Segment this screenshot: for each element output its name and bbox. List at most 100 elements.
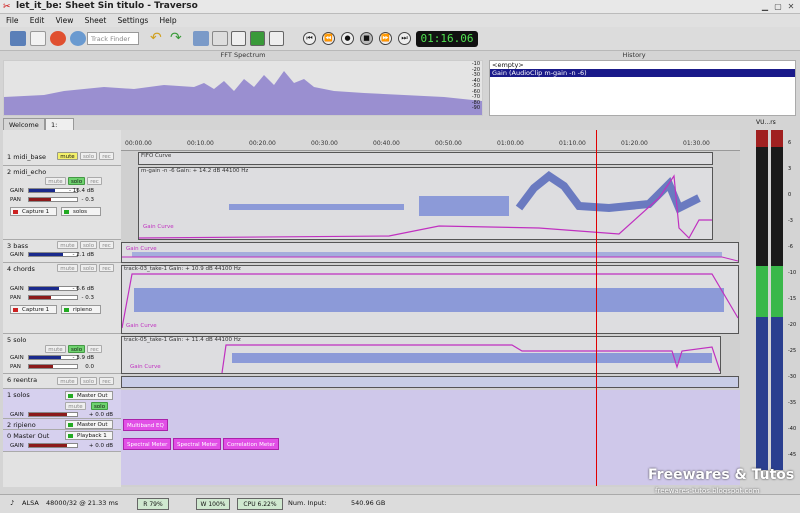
history-item[interactable]: <empty> <box>490 61 795 69</box>
select-mode-icon[interactable] <box>269 31 284 46</box>
solo-button[interactable]: solo <box>80 377 97 385</box>
audio-clip[interactable]: FIFO Curve <box>138 152 713 165</box>
to-start-button[interactable]: ⏮ <box>303 32 316 45</box>
menu-bar: File Edit View Sheet Settings Help <box>0 14 800 27</box>
copy-icon[interactable] <box>212 31 228 46</box>
mute-button[interactable]: mute <box>57 264 78 272</box>
output-route[interactable]: Playback 1 <box>65 431 113 440</box>
menu-sheet[interactable]: Sheet <box>85 16 107 25</box>
track-canvas[interactable]: FIFO Curve m-gain -n -6 Gain: + 14.2 dB … <box>121 130 740 487</box>
track-row[interactable]: 5 solo mute solo rec GAIN - 3.9 dB PAN 0… <box>3 334 121 374</box>
mute-button[interactable]: mute <box>57 377 78 385</box>
menu-settings[interactable]: Settings <box>118 16 149 25</box>
playhead[interactable] <box>596 130 597 486</box>
to-end-button[interactable]: ⏭ <box>398 32 411 45</box>
settings-icon[interactable] <box>70 31 86 46</box>
mute-button[interactable]: mute <box>57 241 78 249</box>
mute-button[interactable]: mute <box>65 402 86 410</box>
cpu-status: CPU 6.22% <box>237 498 283 510</box>
output-route[interactable]: ripieno <box>61 305 101 314</box>
stop-button[interactable]: ● <box>341 32 354 45</box>
rec-button[interactable]: rec <box>87 345 102 353</box>
music-note-icon: ♪ <box>10 499 15 507</box>
mute-button[interactable]: mute <box>45 177 66 185</box>
solo-button[interactable]: solo <box>91 402 108 410</box>
fold-tracks-icon[interactable] <box>231 31 246 46</box>
gain-slider[interactable] <box>28 412 78 417</box>
bus-row[interactable]: 0 Master Out Playback 1 GAIN + 0.0 dB <box>3 430 121 452</box>
redo-icon[interactable]: ↷ <box>170 31 186 46</box>
snap-icon[interactable] <box>193 31 209 46</box>
track-row[interactable]: 1 midi_base mute solo rec <box>3 151 121 166</box>
new-sheet-icon[interactable] <box>30 31 46 46</box>
vu-meter-right <box>771 130 783 470</box>
solo-button[interactable]: solo <box>80 152 97 160</box>
track-row[interactable]: 3 bass mute solo rec GAIN - 2.1 dB <box>3 240 121 263</box>
transport-clock: 01:16.06 <box>416 31 478 47</box>
write-buffer-status: W 100% <box>196 498 230 510</box>
follow-playhead-icon[interactable] <box>250 31 265 46</box>
track-row[interactable]: 2 midi_echo mute solo rec GAIN - 16.4 dB… <box>3 166 121 240</box>
read-buffer-status: R 79% <box>137 498 169 510</box>
audio-clip[interactable] <box>121 376 739 388</box>
rec-button[interactable]: rec <box>99 264 114 272</box>
history-list: <empty> Gain (AudioClip m-gain -n -6) <box>489 60 796 116</box>
app-logo-icon: ✂ <box>3 2 11 12</box>
project-manager-icon[interactable] <box>10 31 26 46</box>
solo-button[interactable]: solo <box>68 345 85 353</box>
close-button[interactable]: ✕ <box>786 2 796 12</box>
bus-row[interactable]: 1 solos Master Out mute solo GAIN + 0.0 … <box>3 389 121 419</box>
mute-button[interactable]: mute <box>57 152 78 160</box>
rewind-button[interactable]: ⏪ <box>322 32 335 45</box>
solo-button[interactable]: solo <box>80 264 97 272</box>
title-bar: ✂ let_it_be: Sheet Sin titulo - Traverso… <box>0 0 800 14</box>
bus-row[interactable]: 2 ripieno Master Out <box>3 419 121 430</box>
forward-button[interactable]: ⏩ <box>379 32 392 45</box>
mute-button[interactable]: mute <box>45 345 66 353</box>
audio-clip[interactable]: track-05_take-1 Gain: + 11.4 dB 44100 Hz… <box>121 336 721 374</box>
tab-welcome[interactable]: Welcome <box>3 118 45 130</box>
output-route[interactable]: Master Out <box>65 420 113 429</box>
timeline-ruler[interactable]: 00:00.00 00:10.00 00:20.00 00:30.00 00:4… <box>121 130 740 151</box>
export-icon[interactable] <box>50 31 66 46</box>
history-item-selected[interactable]: Gain (AudioClip m-gain -n -6) <box>490 69 795 77</box>
fft-spectrum-graph <box>4 71 482 115</box>
vu-meter-left <box>756 130 768 470</box>
track-finder-input[interactable]: Track Finder <box>87 32 139 45</box>
rec-button[interactable]: rec <box>99 241 114 249</box>
fft-spectrum: -10 -20 -30 -40 -50 -60 -70 -80 -90 <box>3 60 483 116</box>
window-title: let_it_be: Sheet Sin titulo - Traverso <box>16 1 198 11</box>
rec-button[interactable]: rec <box>99 377 114 385</box>
audio-clip[interactable]: m-gain -n -6 Gain: + 14.2 dB 44100 Hz Ga… <box>138 167 713 240</box>
tab-sin-titulo[interactable]: 1: Sin titulo <box>45 118 74 145</box>
rec-button[interactable]: rec <box>99 152 114 160</box>
plugin-spectral-meter[interactable]: Spectral Meter <box>173 438 222 450</box>
output-route[interactable]: solos <box>61 207 101 216</box>
rec-button[interactable]: rec <box>87 177 102 185</box>
status-bar: ♪ ALSA 48000/32 @ 21.33 ms R 79% W 100% … <box>0 494 800 513</box>
vu-meters: VU...rs 6 3 0 -3 -6 -10 -15 -20 -25 -30 -35 -40 -45 <box>744 118 799 488</box>
output-route[interactable]: Master Out <box>65 391 113 400</box>
menu-file[interactable]: File <box>6 16 19 25</box>
plugin-multiband-eq[interactable]: Multiband EQ <box>123 419 168 431</box>
minimize-button[interactable]: ▁ <box>760 2 770 12</box>
gain-slider[interactable] <box>28 443 78 448</box>
traverso-window: ✂ let_it_be: Sheet Sin titulo - Traverso… <box>0 0 800 513</box>
input-route[interactable]: Capture 1 <box>10 305 57 314</box>
input-route[interactable]: Capture 1 <box>10 207 57 216</box>
menu-edit[interactable]: Edit <box>30 16 45 25</box>
track-row[interactable]: 6 reentra mute solo rec <box>3 374 121 389</box>
toolbar: Track Finder ↶ ↷ ⏮ ⏪ ● ■ ⏩ ⏭ 01:16.06 <box>0 27 800 51</box>
solo-button[interactable]: solo <box>80 241 97 249</box>
solo-button[interactable]: solo <box>68 177 85 185</box>
menu-help[interactable]: Help <box>160 16 177 25</box>
track-row[interactable]: 4 chords mute solo rec GAIN - 6.6 dB PAN… <box>3 263 121 334</box>
menu-view[interactable]: View <box>56 16 74 25</box>
maximize-button[interactable]: ▢ <box>773 2 783 12</box>
undo-icon[interactable]: ↶ <box>150 31 166 46</box>
plugin-correlation-meter[interactable]: Correlation Meter <box>223 438 280 450</box>
audio-clip[interactable]: track-03_take-1 Gain: + 10.9 dB 44100 Hz… <box>121 265 739 334</box>
audio-clip[interactable]: Gain Curve <box>121 242 739 263</box>
plugin-spectral-meter[interactable]: Spectral Meter <box>123 438 172 450</box>
play-button[interactable]: ■ <box>360 32 373 45</box>
